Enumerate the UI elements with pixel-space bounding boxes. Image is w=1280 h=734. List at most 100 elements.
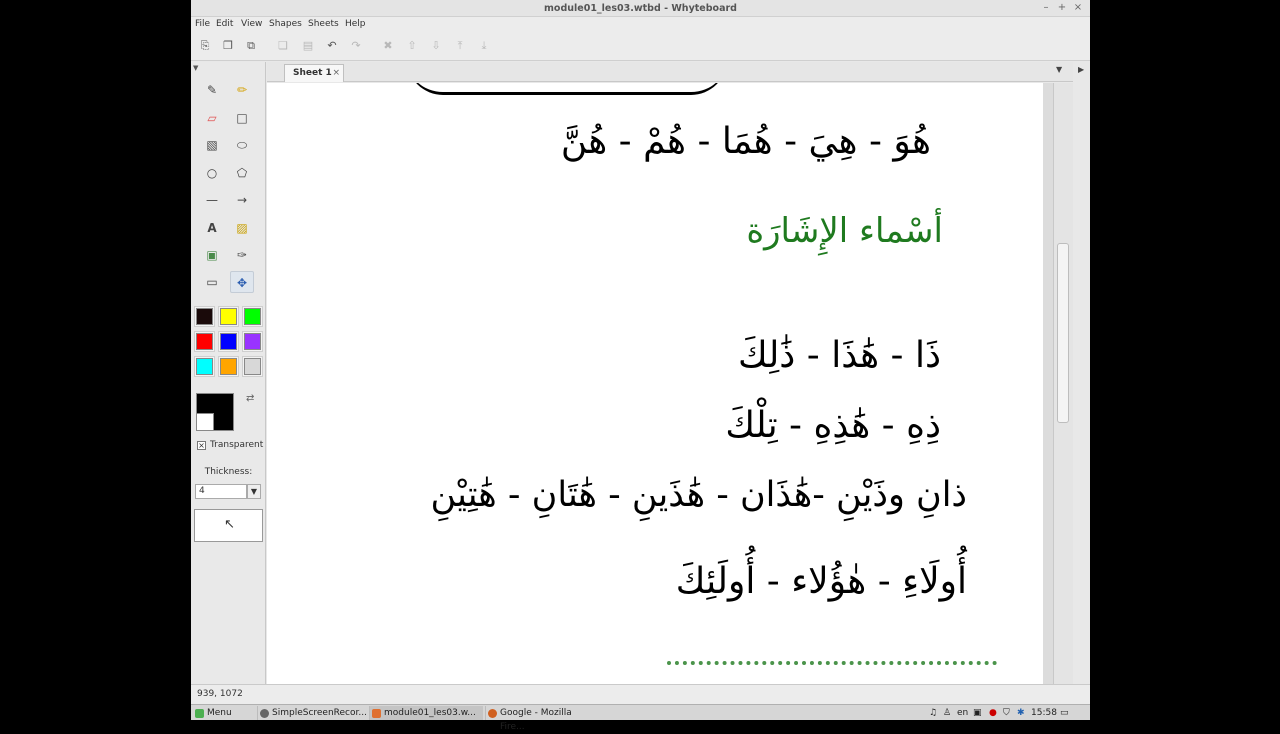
color-swatch[interactable] — [242, 331, 263, 352]
record-icon[interactable]: ● — [989, 706, 997, 720]
color-swatch[interactable] — [218, 356, 239, 377]
pan-icon[interactable]: ✥ — [230, 271, 254, 293]
task-screenrecorder[interactable]: SimpleScreenRecor... — [257, 706, 367, 720]
note-icon[interactable]: ▨ — [230, 217, 254, 239]
circle-icon[interactable]: ○ — [200, 162, 224, 184]
network-icon[interactable]: ✱ — [1017, 706, 1025, 720]
delete-icon[interactable]: ✖ — [381, 39, 395, 53]
scrollbar-thumb[interactable] — [1057, 243, 1069, 423]
task-whyteboard[interactable]: module01_les03.w... — [369, 706, 483, 720]
color-swatch-fill — [220, 308, 237, 325]
canvas-line-2: ذَا - هَٰذَا - ذَٰلِكَ — [737, 335, 941, 376]
task-label: Google - Mozilla Fire... — [500, 708, 572, 732]
color-swatch-fill — [196, 333, 213, 350]
save-icon[interactable]: ⧉ — [244, 39, 258, 53]
color-swatch-fill — [244, 333, 261, 350]
close-window-button[interactable]: × — [1072, 2, 1084, 14]
color-swatch[interactable] — [194, 306, 215, 327]
swap-colors-icon[interactable]: ⇄ — [246, 393, 254, 404]
window-title: module01_les03.wtbd - Whyteboard — [544, 3, 737, 14]
ellipse-icon[interactable]: ⬭ — [230, 134, 254, 156]
color-swatch[interactable] — [194, 356, 215, 377]
menu-shapes[interactable]: Shapes — [269, 19, 302, 29]
background-color[interactable] — [196, 413, 214, 431]
color-swatch-fill — [244, 358, 261, 375]
color-swatch[interactable] — [242, 306, 263, 327]
open-icon[interactable]: ❐ — [221, 39, 235, 53]
color-swatch[interactable] — [194, 331, 215, 352]
panel-collapse-icon[interactable]: ▼ — [193, 64, 198, 72]
sheet-tabs: Sheet 1 × ▼ — [267, 62, 1090, 82]
line-icon[interactable]: — — [200, 189, 224, 211]
undo-icon[interactable]: ↶ — [325, 39, 339, 53]
arrow-icon[interactable]: → — [230, 189, 254, 211]
title-bar: module01_les03.wtbd - Whyteboard – + × — [191, 0, 1090, 17]
paste-icon[interactable]: ▤ — [301, 39, 315, 53]
cursor-coordinates: 939, 1072 — [197, 689, 243, 699]
move-top-icon[interactable]: ⤒ — [453, 39, 467, 53]
keyboard-icon[interactable]: ♫ — [929, 706, 937, 720]
whyteboard-window: module01_les03.wtbd - Whyteboard – + × F… — [191, 0, 1090, 704]
canvas-line-4: ذانِ وذَيْنِ -هَٰذَان - هَٰذَينِ - هَٰتَ… — [430, 475, 967, 515]
color-swatch-fill — [220, 333, 237, 350]
menu-view[interactable]: View — [241, 19, 262, 29]
updates-icon[interactable]: ▣ — [973, 706, 982, 720]
rounded-rectangle-icon[interactable]: ▧ — [200, 134, 224, 156]
text-icon[interactable]: A — [200, 217, 224, 239]
close-tab-icon[interactable]: × — [332, 65, 340, 82]
menu-sheets[interactable]: Sheets — [308, 19, 339, 29]
whiteboard-canvas[interactable]: هُوَ - هِيَ - هُمَا - هُمْ - هُنَّ أسْما… — [267, 83, 1053, 684]
color-swatch[interactable] — [242, 356, 263, 377]
move-down-icon[interactable]: ⇩ — [429, 39, 443, 53]
taskbar: Menu SimpleScreenRecor... module01_les03… — [191, 704, 1090, 732]
side-panel-toggle[interactable]: ▶ — [1073, 62, 1090, 684]
chevron-down-icon[interactable]: ▼ — [247, 484, 261, 499]
rectangle-icon[interactable]: □ — [230, 107, 254, 129]
polygon-icon[interactable]: ⬠ — [230, 162, 254, 184]
language-indicator[interactable]: en — [957, 706, 968, 720]
start-menu-button[interactable]: Menu — [193, 706, 255, 720]
menu-file[interactable]: File — [195, 19, 210, 29]
thickness-field[interactable]: 4 — [195, 484, 247, 499]
canvas-line-1: هُوَ - هِيَ - هُمَا - هُمْ - هُنَّ — [560, 121, 931, 162]
user-icon[interactable]: ♙ — [943, 706, 951, 720]
canvas-heading: أسْماء الإِشَارَة — [746, 211, 943, 251]
color-swatch[interactable] — [218, 331, 239, 352]
move-bottom-icon[interactable]: ⤓ — [477, 39, 491, 53]
shield-icon[interactable]: ⛉ — [1003, 706, 1010, 720]
cursor-icon: ↖ — [224, 517, 235, 532]
select-icon[interactable]: ▭ — [200, 271, 224, 293]
clock[interactable]: 15:58 — [1031, 706, 1057, 720]
image-icon[interactable]: ▣ — [200, 244, 224, 266]
tab-sheet-1[interactable]: Sheet 1 × — [284, 64, 344, 82]
chevron-right-icon[interactable]: ▶ — [1078, 65, 1084, 74]
menu-help[interactable]: Help — [345, 19, 366, 29]
show-desktop-icon[interactable]: ▭ — [1060, 706, 1069, 720]
highlighter-icon[interactable]: ✏ — [230, 79, 254, 101]
task-label: SimpleScreenRecor... — [272, 708, 367, 718]
maximize-button[interactable]: + — [1056, 2, 1068, 14]
color-swatch-fill — [196, 358, 213, 375]
pen-icon[interactable]: ✎ — [200, 79, 224, 101]
eraser-icon[interactable]: ▱ — [200, 107, 224, 129]
canvas-area[interactable]: هُوَ - هِيَ - هُمَا - هُمْ - هُنَّ أسْما… — [267, 83, 1053, 684]
move-up-icon[interactable]: ⇧ — [405, 39, 419, 53]
new-icon[interactable]: ⎘ — [198, 39, 212, 53]
minimize-button[interactable]: – — [1040, 2, 1052, 14]
menu-edit[interactable]: Edit — [216, 19, 233, 29]
menu-label: Menu — [207, 708, 232, 718]
brush-preview: ↖ — [194, 509, 263, 542]
redo-icon[interactable]: ↷ — [349, 39, 363, 53]
tabs-menu-icon[interactable]: ▼ — [1056, 65, 1062, 74]
eyedropper-icon[interactable]: ✑ — [230, 244, 254, 266]
transparent-checkbox[interactable]: × — [197, 441, 206, 450]
copy-icon[interactable]: ❏ — [276, 39, 290, 53]
task-firefox[interactable]: Google - Mozilla Fire... — [485, 706, 597, 732]
vertical-scrollbar[interactable] — [1043, 83, 1073, 684]
clipped-green-line — [667, 661, 997, 684]
color-swatch-fill — [220, 358, 237, 375]
color-swatch-fill — [196, 308, 213, 325]
task-label: module01_les03.w... — [384, 708, 476, 718]
color-swatch[interactable] — [218, 306, 239, 327]
menu-bar: File Edit View Shapes Sheets Help — [191, 17, 1090, 33]
